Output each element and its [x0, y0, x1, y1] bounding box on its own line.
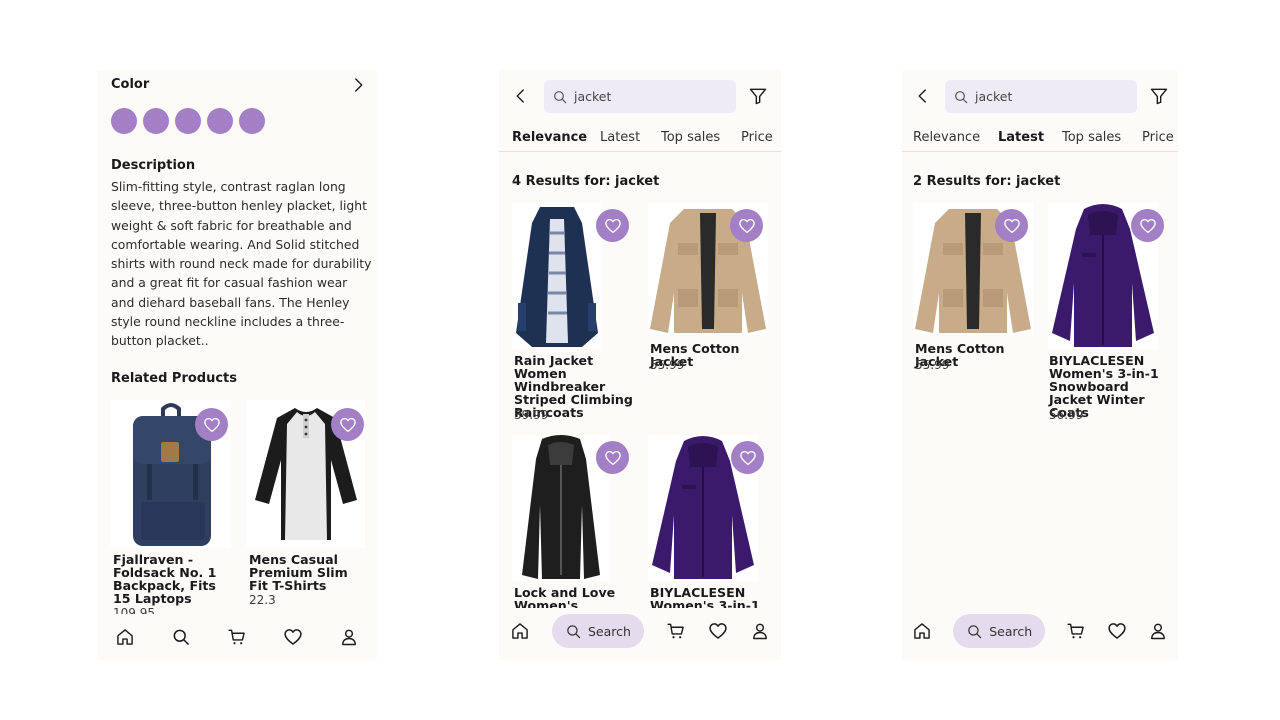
- color-swatch[interactable]: [175, 108, 201, 134]
- product-price: 39.99: [514, 408, 549, 422]
- user-icon[interactable]: [339, 627, 359, 647]
- sort-tabs: Relevance Latest Top sales Price: [499, 130, 781, 152]
- user-icon[interactable]: [750, 621, 770, 641]
- product-image-raincoat[interactable]: [512, 203, 602, 349]
- back-arrow-icon[interactable]: [512, 86, 530, 106]
- tab-top-sales[interactable]: Top sales: [1062, 130, 1121, 145]
- cart-icon[interactable]: [227, 627, 247, 647]
- product-price: 55.99: [650, 358, 685, 372]
- favorite-heart-icon[interactable]: [730, 209, 763, 242]
- favorite-heart-icon[interactable]: [995, 209, 1028, 242]
- results-title: 2 Results for: jacket: [913, 174, 1061, 189]
- color-swatch[interactable]: [111, 108, 137, 134]
- description-title: Description: [111, 158, 196, 173]
- color-swatches: [111, 108, 265, 134]
- search-icon: [565, 623, 582, 640]
- tab-latest[interactable]: Latest: [998, 130, 1044, 145]
- chevron-right-icon[interactable]: [349, 76, 367, 94]
- favorite-heart-icon[interactable]: [195, 408, 228, 441]
- bottom-nav: Search: [499, 608, 781, 654]
- color-title: Color: [111, 77, 150, 92]
- search-query: jacket: [975, 89, 1013, 104]
- search-results-relevance-screen: jacket Relevance Latest Top sales Price …: [499, 70, 781, 660]
- description-text: Slim-fitting style, contrast raglan long…: [111, 179, 372, 349]
- back-arrow-icon[interactable]: [914, 86, 932, 106]
- related-products-title: Related Products: [111, 371, 238, 386]
- search-nav-button[interactable]: Search: [552, 614, 644, 648]
- tab-relevance[interactable]: Relevance: [913, 130, 980, 145]
- user-icon[interactable]: [1148, 621, 1168, 641]
- tab-price[interactable]: Price: [1142, 130, 1174, 145]
- search-input[interactable]: jacket: [945, 80, 1137, 113]
- heart-icon[interactable]: [1107, 621, 1127, 641]
- product-detail-screen: Color Description Slim-fitting style, co…: [97, 70, 377, 660]
- heart-icon[interactable]: [708, 621, 728, 641]
- results-title: 4 Results for: jacket: [512, 174, 660, 189]
- color-swatch[interactable]: [207, 108, 233, 134]
- search-nav-button[interactable]: Search: [953, 614, 1046, 648]
- search-icon: [966, 623, 983, 640]
- favorite-heart-icon[interactable]: [596, 441, 629, 474]
- search-icon: [552, 89, 568, 105]
- color-swatch[interactable]: [143, 108, 169, 134]
- product-price: 55.99: [915, 358, 950, 372]
- favorite-heart-icon[interactable]: [331, 408, 364, 441]
- favorite-heart-icon[interactable]: [731, 441, 764, 474]
- home-icon[interactable]: [115, 627, 135, 647]
- product-name[interactable]: Fjallraven - Foldsack No. 1 Backpack, Fi…: [113, 553, 229, 605]
- tab-relevance[interactable]: Relevance: [512, 130, 587, 145]
- search-input[interactable]: jacket: [544, 80, 736, 113]
- cart-icon[interactable]: [1066, 621, 1086, 641]
- tab-price[interactable]: Price: [741, 130, 773, 145]
- product-price: 22.3: [249, 593, 276, 607]
- search-query: jacket: [574, 89, 612, 104]
- heart-icon[interactable]: [283, 627, 303, 647]
- search-icon[interactable]: [171, 627, 191, 647]
- search-nav-label: Search: [588, 623, 631, 639]
- filter-icon[interactable]: [1149, 86, 1169, 106]
- home-icon[interactable]: [912, 621, 932, 641]
- cart-icon[interactable]: [666, 621, 686, 641]
- color-swatch[interactable]: [239, 108, 265, 134]
- tab-latest[interactable]: Latest: [600, 130, 640, 145]
- filter-icon[interactable]: [748, 86, 768, 106]
- bottom-nav: Search: [902, 608, 1178, 654]
- tab-top-sales[interactable]: Top sales: [661, 130, 720, 145]
- search-results-latest-screen: jacket Relevance Latest Top sales Price …: [902, 70, 1178, 660]
- search-nav-label: Search: [989, 623, 1033, 639]
- favorite-heart-icon[interactable]: [596, 209, 629, 242]
- bottom-nav: [97, 614, 377, 660]
- product-name[interactable]: Mens Casual Premium Slim Fit T-Shirts: [249, 553, 371, 592]
- product-price: 56.99: [1049, 408, 1084, 422]
- sort-tabs: Relevance Latest Top sales Price: [902, 130, 1178, 152]
- favorite-heart-icon[interactable]: [1131, 209, 1164, 242]
- home-icon[interactable]: [510, 621, 530, 641]
- search-icon: [953, 89, 969, 105]
